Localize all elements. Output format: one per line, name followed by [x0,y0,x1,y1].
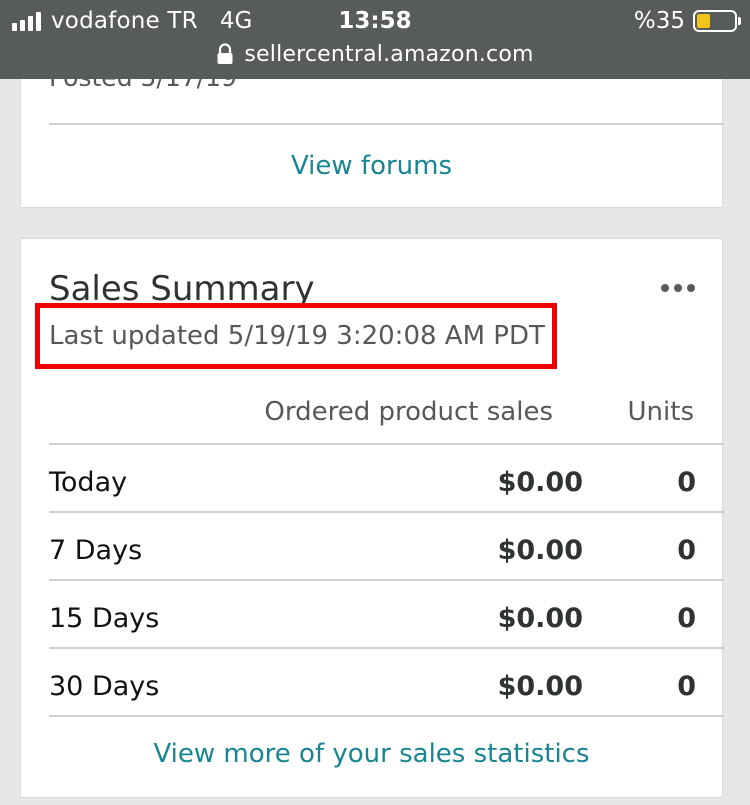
units-header: Units [627,397,694,427]
ordered-product-sales-header: Ordered product sales [264,397,553,427]
last-updated-text: Last updated 5/19/19 3:20:08 AM PDT [49,321,545,351]
sales-row-7-days: 7 Days $0.00 0 [49,513,724,581]
row-divider [49,715,724,717]
sales-row-30-days: 30 Days $0.00 0 [49,649,724,717]
row-label: Today [49,467,128,498]
sales-row-15-days: 15 Days $0.00 0 [49,581,724,649]
row-sales-value: $0.00 [497,535,583,566]
divider [49,123,724,125]
status-bar: vodafone TR 4G 13:58 %35 sellercentral.a… [0,0,750,79]
sales-row-today: Today $0.00 0 [49,445,724,513]
row-label: 15 Days [49,603,160,634]
battery-icon [693,10,741,32]
lock-icon [217,43,233,64]
row-sales-value: $0.00 [497,671,583,702]
battery-percentage: %35 [633,8,685,34]
row-units-value: 0 [677,535,696,566]
row-sales-value: $0.00 [497,603,583,634]
row-units-value: 0 [677,603,696,634]
view-more-sales-statistics-link[interactable]: View more of your sales statistics [21,739,722,769]
row-label: 30 Days [49,671,160,702]
row-label: 7 Days [49,535,143,566]
row-sales-value: $0.00 [497,467,583,498]
url-text: sellercentral.amazon.com [244,41,534,67]
row-units-value: 0 [677,467,696,498]
sales-summary-card: Sales Summary Last updated 5/19/19 3:20:… [20,238,724,798]
battery-level-fill [697,14,710,28]
row-units-value: 0 [677,671,696,702]
more-options-icon[interactable] [658,279,698,297]
view-forums-link[interactable]: View forums [21,151,722,181]
url-bar[interactable]: sellercentral.amazon.com [0,38,750,70]
